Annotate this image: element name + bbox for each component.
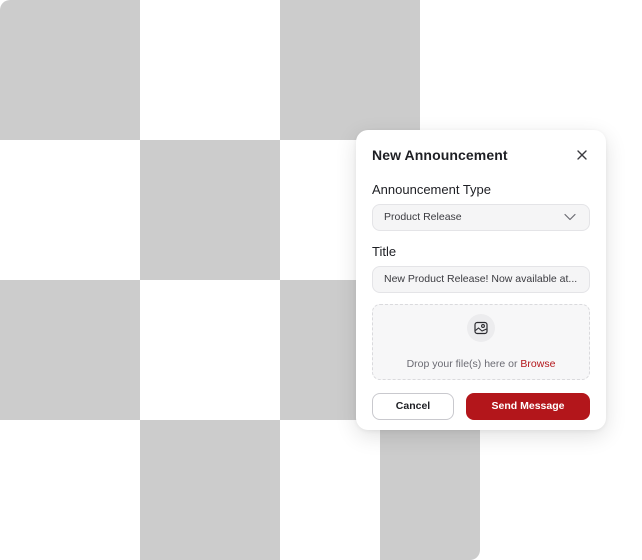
checker-tile — [0, 0, 140, 140]
checker-tile — [380, 420, 480, 560]
close-icon — [577, 150, 587, 160]
dialog-title: New Announcement — [372, 147, 508, 163]
dropzone-instruction: Drop your file(s) here or — [406, 358, 518, 370]
dropzone-icon-badge — [467, 314, 495, 342]
checker-tile — [140, 420, 280, 560]
browse-link[interactable]: Browse — [520, 358, 555, 370]
announcement-dialog: New Announcement Announcement Type Produ… — [356, 130, 606, 430]
checker-tile — [140, 140, 280, 280]
send-message-button[interactable]: Send Message — [466, 393, 590, 420]
title-label: Title — [372, 244, 397, 259]
announcement-type-label: Announcement Type — [372, 182, 492, 197]
file-dropzone[interactable]: Drop your file(s) here or Browse — [372, 304, 590, 380]
dialog-actions: Cancel Send Message — [372, 393, 590, 421]
canvas: New Announcement Announcement Type Produ… — [0, 0, 642, 560]
cancel-button[interactable]: Cancel — [372, 393, 454, 420]
image-upload-icon — [474, 321, 488, 335]
dropzone-text: Drop your file(s) here or Browse — [373, 358, 589, 370]
dialog-header: New Announcement — [372, 130, 590, 182]
announcement-type-select[interactable]: Product Release — [372, 204, 590, 231]
checker-tile — [280, 0, 420, 140]
announcement-type-value: Product Release — [384, 211, 462, 223]
chevron-down-icon — [564, 213, 576, 221]
close-button[interactable] — [574, 147, 590, 163]
title-input[interactable]: New Product Release! Now available at... — [372, 266, 590, 293]
checker-tile — [0, 280, 140, 420]
